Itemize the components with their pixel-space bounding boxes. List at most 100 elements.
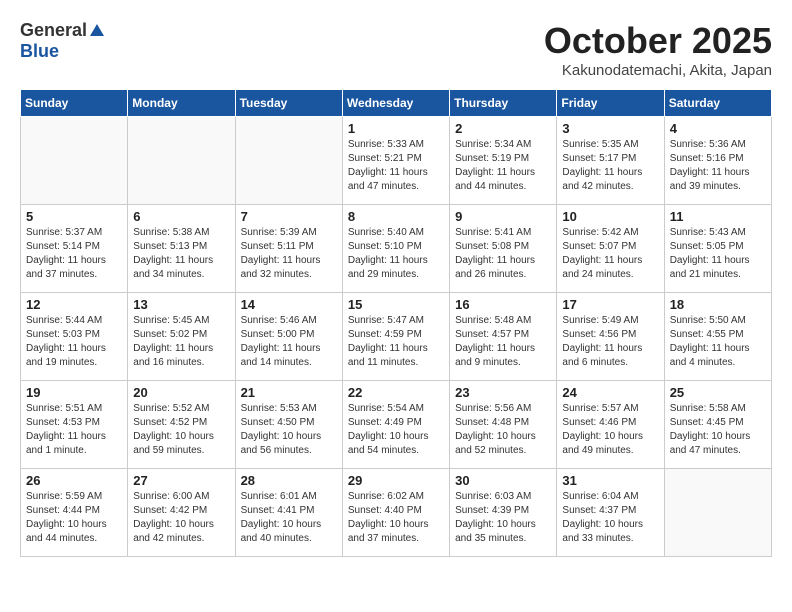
calendar-cell: 20 Sunrise: 5:52 AM Sunset: 4:52 PM Dayli… bbox=[128, 381, 235, 469]
calendar-cell: 1 Sunrise: 5:33 AM Sunset: 5:21 PM Daylig… bbox=[342, 117, 449, 205]
day-number: 2 bbox=[455, 121, 551, 136]
day-info: Sunrise: 5:52 AM Sunset: 4:52 PM Dayligh… bbox=[133, 402, 229, 458]
weekday-header-friday: Friday bbox=[557, 90, 664, 117]
day-number: 4 bbox=[670, 121, 766, 136]
weekday-header-tuesday: Tuesday bbox=[235, 90, 342, 117]
calendar-cell: 5Sunrise: 5:37 AM Sunset: 5:14 PM Daylig… bbox=[21, 205, 128, 293]
day-info: Sunrise: 5:38 AM Sunset: 5:13 PM Dayligh… bbox=[133, 226, 229, 282]
day-info: Sunrise: 5:50 AM Sunset: 4:55 PM Dayligh… bbox=[670, 314, 766, 370]
day-info: Sunrise: 5:34 AM Sunset: 5:19 PM Dayligh… bbox=[455, 138, 551, 194]
day-number: 20 bbox=[133, 385, 229, 400]
calendar-cell: 26 Sunrise: 5:59 AM Sunset: 4:44 PM Dayli… bbox=[21, 469, 128, 557]
calendar-cell: 8Sunrise: 5:40 AM Sunset: 5:10 PM Daylig… bbox=[342, 205, 449, 293]
day-info: Sunrise: 5:56 AM Sunset: 4:48 PM Dayligh… bbox=[455, 402, 551, 458]
calendar-cell: 25Sunrise: 5:58 AM Sunset: 4:45 PM Dayli… bbox=[664, 381, 771, 469]
day-info: Sunrise: 5:33 AM Sunset: 5:21 PM Dayligh… bbox=[348, 138, 444, 194]
weekday-header-thursday: Thursday bbox=[450, 90, 557, 117]
calendar-cell: 7 Sunrise: 5:39 AM Sunset: 5:11 PM Daylig… bbox=[235, 205, 342, 293]
calendar-cell: 30 Sunrise: 6:03 AM Sunset: 4:39 PM Dayli… bbox=[450, 469, 557, 557]
day-info: Sunrise: 5:40 AM Sunset: 5:10 PM Dayligh… bbox=[348, 226, 444, 282]
calendar-cell: 22Sunrise: 5:54 AM Sunset: 4:49 PM Dayli… bbox=[342, 381, 449, 469]
day-info: Sunrise: 5:58 AM Sunset: 4:45 PM Dayligh… bbox=[670, 402, 766, 458]
day-number: 26 bbox=[26, 473, 122, 488]
day-number: 31 bbox=[562, 473, 658, 488]
month-title: October 2025 bbox=[544, 20, 772, 62]
day-info: Sunrise: 5:51 AM Sunset: 4:53 PM Dayligh… bbox=[26, 402, 122, 458]
calendar-cell bbox=[128, 117, 235, 205]
day-number: 10 bbox=[562, 209, 658, 224]
location-text: Kakunodatemachi, Akita, Japan bbox=[544, 62, 772, 79]
day-info: Sunrise: 6:03 AM Sunset: 4:39 PM Dayligh… bbox=[455, 490, 551, 546]
calendar-week-4: 19 Sunrise: 5:51 AM Sunset: 4:53 PM Dayli… bbox=[21, 381, 772, 469]
calendar-cell bbox=[664, 469, 771, 557]
day-number: 3 bbox=[562, 121, 658, 136]
calendar-cell: 3Sunrise: 5:35 AM Sunset: 5:17 PM Daylig… bbox=[557, 117, 664, 205]
day-info: Sunrise: 5:37 AM Sunset: 5:14 PM Dayligh… bbox=[26, 226, 122, 282]
calendar-week-5: 26 Sunrise: 5:59 AM Sunset: 4:44 PM Dayli… bbox=[21, 469, 772, 557]
calendar-cell: 15 Sunrise: 5:47 AM Sunset: 4:59 PM Dayli… bbox=[342, 293, 449, 381]
calendar-cell: 9Sunrise: 5:41 AM Sunset: 5:08 PM Daylig… bbox=[450, 205, 557, 293]
day-number: 23 bbox=[455, 385, 551, 400]
day-info: Sunrise: 5:49 AM Sunset: 4:56 PM Dayligh… bbox=[562, 314, 658, 370]
day-number: 29 bbox=[348, 473, 444, 488]
calendar-cell: 24 Sunrise: 5:57 AM Sunset: 4:46 PM Dayli… bbox=[557, 381, 664, 469]
calendar-cell: 31 Sunrise: 6:04 AM Sunset: 4:37 PM Dayli… bbox=[557, 469, 664, 557]
title-block: October 2025 Kakunodatemachi, Akita, Jap… bbox=[544, 20, 772, 79]
day-number: 7 bbox=[241, 209, 337, 224]
day-info: Sunrise: 5:43 AM Sunset: 5:05 PM Dayligh… bbox=[670, 226, 766, 282]
day-number: 19 bbox=[26, 385, 122, 400]
calendar-week-3: 12 Sunrise: 5:44 AM Sunset: 5:03 PM Dayli… bbox=[21, 293, 772, 381]
day-info: Sunrise: 5:47 AM Sunset: 4:59 PM Dayligh… bbox=[348, 314, 444, 370]
day-number: 12 bbox=[26, 297, 122, 312]
day-number: 11 bbox=[670, 209, 766, 224]
calendar-cell: 23 Sunrise: 5:56 AM Sunset: 4:48 PM Dayli… bbox=[450, 381, 557, 469]
day-number: 15 bbox=[348, 297, 444, 312]
day-info: Sunrise: 5:44 AM Sunset: 5:03 PM Dayligh… bbox=[26, 314, 122, 370]
calendar-cell: 12 Sunrise: 5:44 AM Sunset: 5:03 PM Dayli… bbox=[21, 293, 128, 381]
day-info: Sunrise: 5:54 AM Sunset: 4:49 PM Dayligh… bbox=[348, 402, 444, 458]
logo-icon bbox=[89, 22, 105, 38]
calendar-cell: 13 Sunrise: 5:45 AM Sunset: 5:02 PM Dayli… bbox=[128, 293, 235, 381]
weekday-header-monday: Monday bbox=[128, 90, 235, 117]
calendar-table: SundayMondayTuesdayWednesdayThursdayFrid… bbox=[20, 89, 772, 557]
logo: General Blue bbox=[20, 20, 105, 62]
day-number: 24 bbox=[562, 385, 658, 400]
calendar-cell: 11 Sunrise: 5:43 AM Sunset: 5:05 PM Dayli… bbox=[664, 205, 771, 293]
day-info: Sunrise: 6:04 AM Sunset: 4:37 PM Dayligh… bbox=[562, 490, 658, 546]
day-info: Sunrise: 5:46 AM Sunset: 5:00 PM Dayligh… bbox=[241, 314, 337, 370]
day-info: Sunrise: 5:48 AM Sunset: 4:57 PM Dayligh… bbox=[455, 314, 551, 370]
day-number: 13 bbox=[133, 297, 229, 312]
day-info: Sunrise: 5:39 AM Sunset: 5:11 PM Dayligh… bbox=[241, 226, 337, 282]
day-info: Sunrise: 5:36 AM Sunset: 5:16 PM Dayligh… bbox=[670, 138, 766, 194]
day-number: 1 bbox=[348, 121, 444, 136]
page-header: General Blue October 2025 Kakunodatemach… bbox=[20, 20, 772, 79]
calendar-cell: 19 Sunrise: 5:51 AM Sunset: 4:53 PM Dayli… bbox=[21, 381, 128, 469]
calendar-cell: 4 Sunrise: 5:36 AM Sunset: 5:16 PM Daylig… bbox=[664, 117, 771, 205]
day-number: 6 bbox=[133, 209, 229, 224]
day-number: 16 bbox=[455, 297, 551, 312]
calendar-cell: 17Sunrise: 5:49 AM Sunset: 4:56 PM Dayli… bbox=[557, 293, 664, 381]
calendar-cell: 10Sunrise: 5:42 AM Sunset: 5:07 PM Dayli… bbox=[557, 205, 664, 293]
day-info: Sunrise: 6:01 AM Sunset: 4:41 PM Dayligh… bbox=[241, 490, 337, 546]
day-number: 18 bbox=[670, 297, 766, 312]
weekday-header-saturday: Saturday bbox=[664, 90, 771, 117]
calendar-cell: 2 Sunrise: 5:34 AM Sunset: 5:19 PM Daylig… bbox=[450, 117, 557, 205]
calendar-cell: 6 Sunrise: 5:38 AM Sunset: 5:13 PM Daylig… bbox=[128, 205, 235, 293]
day-number: 21 bbox=[241, 385, 337, 400]
calendar-cell: 14Sunrise: 5:46 AM Sunset: 5:00 PM Dayli… bbox=[235, 293, 342, 381]
day-info: Sunrise: 5:59 AM Sunset: 4:44 PM Dayligh… bbox=[26, 490, 122, 546]
weekday-header-wednesday: Wednesday bbox=[342, 90, 449, 117]
calendar-week-2: 5Sunrise: 5:37 AM Sunset: 5:14 PM Daylig… bbox=[21, 205, 772, 293]
calendar-cell bbox=[21, 117, 128, 205]
day-number: 30 bbox=[455, 473, 551, 488]
calendar-cell: 28Sunrise: 6:01 AM Sunset: 4:41 PM Dayli… bbox=[235, 469, 342, 557]
calendar-cell: 27Sunrise: 6:00 AM Sunset: 4:42 PM Dayli… bbox=[128, 469, 235, 557]
day-info: Sunrise: 5:41 AM Sunset: 5:08 PM Dayligh… bbox=[455, 226, 551, 282]
day-number: 27 bbox=[133, 473, 229, 488]
day-info: Sunrise: 5:45 AM Sunset: 5:02 PM Dayligh… bbox=[133, 314, 229, 370]
logo-blue-text: Blue bbox=[20, 41, 59, 61]
calendar-cell: 29Sunrise: 6:02 AM Sunset: 4:40 PM Dayli… bbox=[342, 469, 449, 557]
calendar-cell bbox=[235, 117, 342, 205]
day-info: Sunrise: 5:57 AM Sunset: 4:46 PM Dayligh… bbox=[562, 402, 658, 458]
calendar-cell: 18 Sunrise: 5:50 AM Sunset: 4:55 PM Dayli… bbox=[664, 293, 771, 381]
